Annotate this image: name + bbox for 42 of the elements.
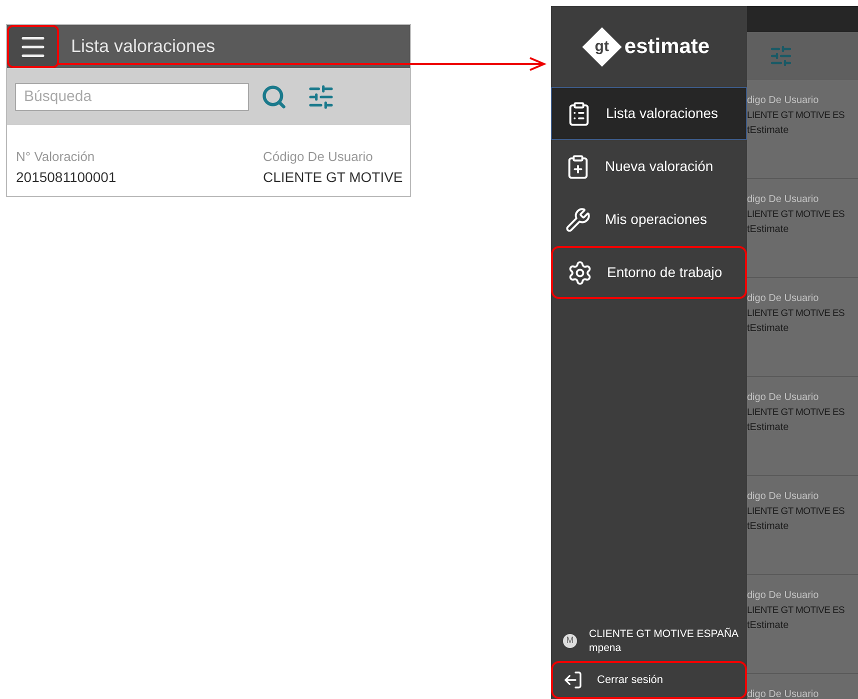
row-detail: tEstimate — [747, 520, 789, 534]
sliders-icon[interactable] — [769, 44, 793, 68]
logo-text: estimate — [624, 34, 710, 60]
menu-item[interactable]: Lista valoraciones — [551, 87, 747, 140]
row-label: digo De Usuario — [747, 589, 819, 603]
menu-item[interactable]: Mis operaciones — [551, 193, 747, 246]
row-label: digo De Usuario — [747, 292, 819, 306]
row-value: LIENTE GT MOTIVE ES — [747, 109, 845, 123]
logout-icon — [563, 670, 583, 690]
row-detail: tEstimate — [747, 619, 789, 633]
column-label: N° Valoración — [16, 148, 96, 166]
menu-item[interactable]: Nueva valoración — [551, 140, 747, 193]
column-label: Código De Usuario — [263, 148, 374, 166]
screen-title: Lista valoraciones — [71, 35, 216, 58]
row-label: digo De Usuario — [747, 94, 819, 108]
row-value: LIENTE GT MOTIVE ES — [747, 208, 845, 222]
column-value: 2015081100001 — [16, 168, 118, 186]
row-value: LIENTE GT MOTIVE ES — [747, 406, 845, 420]
logout-button[interactable]: Cerrar sesión — [551, 661, 747, 699]
company-name: CLIENTE GT MOTIVE ESPAÑA — [589, 627, 739, 641]
row-label: digo De Usuario — [747, 193, 819, 207]
search-field[interactable]: Búsqueda — [15, 82, 249, 110]
menu-item[interactable]: Entorno de trabajo — [551, 246, 747, 299]
search-icon[interactable] — [261, 84, 287, 110]
row-detail: tEstimate — [747, 223, 789, 237]
row-value: LIENTE GT MOTIVE ES — [747, 307, 845, 321]
row-label: digo De Usuario — [747, 490, 819, 504]
row-detail: tEstimate — [747, 322, 789, 336]
sliders-icon[interactable] — [307, 82, 335, 110]
user-avatar: M — [563, 634, 577, 648]
username: mpena — [589, 641, 622, 655]
settings-icon — [567, 260, 593, 286]
row-detail: tEstimate — [747, 421, 789, 435]
row-value: LIENTE GT MOTIVE ES — [747, 604, 845, 618]
logo-badge: gt — [582, 26, 622, 66]
menu-button[interactable] — [7, 25, 59, 68]
wrench-icon — [565, 206, 591, 232]
row-value: LIENTE GT MOTIVE ES — [747, 505, 845, 519]
row-label: digo De Usuario — [747, 391, 819, 405]
column-value: CLIENTE GT MOTIVE — [263, 168, 403, 186]
row-label: digo De Usuario — [747, 688, 819, 699]
row-detail: tEstimate — [747, 124, 789, 138]
